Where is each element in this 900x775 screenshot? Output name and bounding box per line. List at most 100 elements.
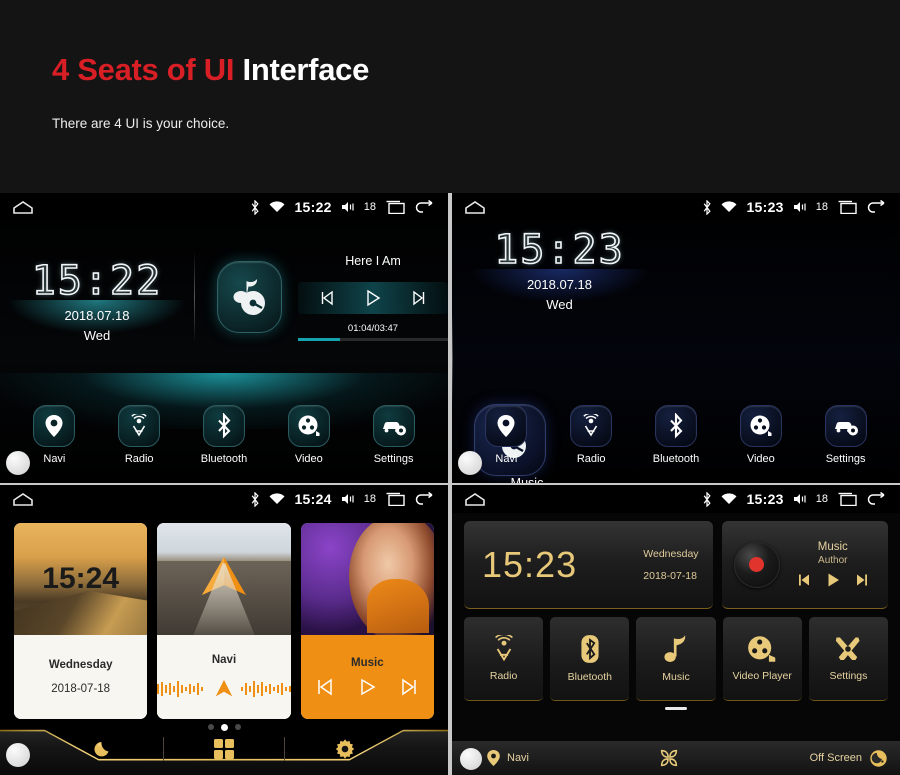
play-button[interactable]: [364, 289, 382, 307]
back-icon[interactable]: [866, 200, 886, 214]
bluetooth-icon: [202, 405, 245, 447]
play-button[interactable]: [357, 677, 377, 697]
clock-time: 15:23: [493, 226, 625, 274]
page-header: 4 Seats of UI Interface There are 4 UI i…: [0, 0, 900, 131]
home-circle-button[interactable]: [458, 451, 482, 475]
recents-icon[interactable]: [385, 200, 405, 214]
card-day: Wednesday: [48, 659, 113, 671]
app-bluetooth[interactable]: Bluetooth: [550, 617, 630, 701]
wifi-icon: [269, 493, 285, 505]
track-title: Music: [817, 541, 848, 553]
off-screen-button[interactable]: Off Screen: [810, 749, 888, 768]
navi-label: Navi: [507, 752, 530, 764]
status-time: 15:24: [294, 491, 332, 507]
app-dock: Navi Radio Bluetooth Video Settings: [0, 373, 448, 483]
clock-widget[interactable]: 15:23 Wednesday 2018-07-18: [464, 521, 713, 609]
home-icon[interactable]: [464, 200, 486, 215]
home-circle-button[interactable]: [460, 748, 482, 770]
dock-item-video[interactable]: Video: [271, 405, 347, 465]
navi-card[interactable]: Navi: [157, 523, 291, 719]
dock-item-bluetooth[interactable]: Bluetooth: [186, 405, 262, 465]
navi-pin-icon: [486, 749, 501, 767]
music-card[interactable]: Music: [300, 523, 434, 719]
home-icon[interactable]: [464, 492, 486, 507]
next-button[interactable]: [399, 677, 419, 697]
night-mode-button[interactable]: [43, 734, 163, 764]
status-volume-level: 18: [363, 493, 376, 505]
home-circle-button[interactable]: [6, 743, 30, 767]
next-button[interactable]: [855, 573, 869, 587]
bluetooth-icon: [250, 491, 260, 507]
back-icon[interactable]: [414, 492, 434, 506]
card-carousel: 15:24 Wednesday 2018-07-18 Navi Music: [0, 513, 448, 719]
app-label: Bluetooth: [567, 671, 612, 683]
app-grid: Radio Bluetooth Music Video Player Setti…: [452, 609, 900, 701]
dock-item-radio[interactable]: Radio: [553, 405, 629, 465]
music-photo: [300, 523, 434, 635]
back-icon[interactable]: [866, 492, 886, 506]
ui-panel-gold[interactable]: 15:23 18 15:23 Wednesday 2018-07-18 Musi…: [452, 485, 900, 775]
ui-panels-grid: 15:22 18 15:22 2018.07.18 Wed Here I Am …: [0, 193, 900, 775]
navi-card-footer: Navi: [157, 635, 291, 719]
clock-widget[interactable]: 15:23 2018.07.18 Wed: [452, 221, 667, 312]
home-icon[interactable]: [12, 200, 34, 215]
card-time: 15:24: [42, 562, 120, 595]
music-app-tile[interactable]: [216, 261, 282, 333]
music-disc-icon: [233, 279, 266, 315]
dock-label: Settings: [825, 453, 866, 465]
app-settings[interactable]: Settings: [808, 617, 889, 701]
music-note-icon: [664, 635, 686, 662]
recents-icon[interactable]: [837, 200, 857, 214]
all-apps-button[interactable]: [658, 747, 680, 769]
off-screen-label: Off Screen: [809, 752, 862, 764]
status-time: 15:22: [294, 199, 332, 215]
radio-tower-icon: [494, 635, 513, 662]
app-music[interactable]: Music: [636, 617, 716, 701]
clock-card[interactable]: 15:24 Wednesday 2018-07-18: [14, 523, 148, 719]
recents-icon[interactable]: [385, 492, 405, 506]
drag-handle[interactable]: [665, 707, 687, 710]
dock-item-settings[interactable]: Settings: [808, 405, 884, 465]
apps-grid-icon: [658, 747, 680, 769]
dock-item-settings[interactable]: Settings: [356, 405, 432, 465]
dock-item-radio[interactable]: Radio: [101, 405, 177, 465]
radio-tower-icon: [570, 405, 613, 447]
ui-panel-cards[interactable]: 15:24 18 15:24 Wednesday 2018-07-18 Navi…: [0, 485, 448, 775]
dock-item-bluetooth[interactable]: Bluetooth: [638, 405, 714, 465]
film-reel-icon: [748, 636, 776, 662]
next-button[interactable]: [411, 290, 427, 306]
settings-button[interactable]: [285, 734, 405, 764]
prev-button[interactable]: [315, 677, 335, 697]
ui-panel-teal[interactable]: 15:22 18 15:22 2018.07.18 Wed Here I Am …: [0, 193, 448, 483]
moon-icon: [92, 738, 114, 760]
dock-label: Radio: [576, 453, 606, 465]
status-volume-level: 18: [815, 493, 828, 505]
play-button[interactable]: [825, 572, 841, 588]
progress-bar[interactable]: [298, 337, 448, 341]
volume-icon: [341, 201, 355, 213]
app-radio[interactable]: Radio: [464, 617, 544, 701]
gear-icon: [334, 738, 356, 760]
ui-panel-blue[interactable]: 15:23 18 15:23 2018.07.18 Wed Music Navi…: [452, 193, 900, 483]
status-bar: 15:23 18: [452, 485, 900, 513]
card-label: Navi: [211, 654, 237, 666]
bottom-bar: [0, 723, 448, 775]
apps-grid-icon: [213, 738, 235, 760]
navi-shortcut[interactable]: Navi: [486, 749, 529, 767]
all-apps-button[interactable]: [164, 734, 284, 764]
dock-item-video[interactable]: Video: [723, 405, 799, 465]
dock-label: Settings: [373, 453, 414, 465]
bottom-bar: Navi Off Screen: [452, 741, 900, 775]
recents-icon[interactable]: [837, 492, 857, 506]
home-circle-button[interactable]: [6, 451, 30, 475]
music-widget[interactable]: Music Author: [721, 521, 888, 609]
back-icon[interactable]: [414, 200, 434, 214]
prev-button[interactable]: [797, 573, 811, 587]
prev-button[interactable]: [319, 290, 335, 306]
clock-widget[interactable]: 15:22 2018.07.18 Wed: [0, 252, 194, 343]
wifi-icon: [721, 201, 737, 213]
clock-day: Wed: [546, 297, 573, 312]
road-photo: [157, 523, 291, 635]
app-video-player[interactable]: Video Player: [722, 617, 802, 701]
home-icon[interactable]: [12, 492, 34, 507]
